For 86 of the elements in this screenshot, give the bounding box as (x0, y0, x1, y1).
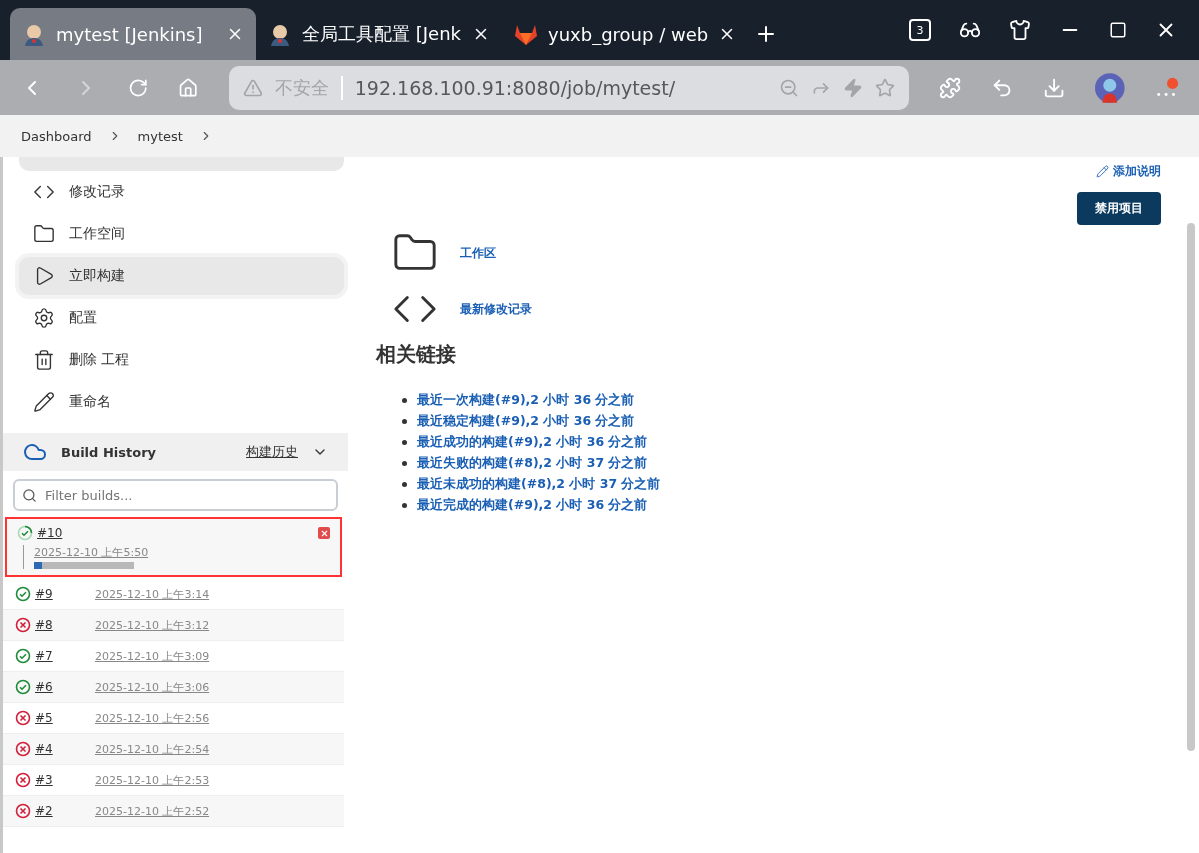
star-icon[interactable] (874, 77, 895, 98)
build-time[interactable]: 2025-12-10 上午3:09 (95, 648, 210, 664)
related-link[interactable]: 最近稳定构建(#9),2 小时 36 分之前 (417, 413, 635, 430)
related-link[interactable]: 最近完成的构建(#9),2 小时 36 分之前 (417, 497, 648, 514)
failure-cross-icon (15, 617, 31, 633)
add-description-link[interactable]: 添加说明 (1096, 163, 1161, 180)
build-number[interactable]: #10 (37, 526, 93, 540)
bullet-icon (402, 419, 407, 424)
bullet-icon (402, 398, 407, 403)
butler-avatar-icon (268, 22, 292, 46)
settings-icon (33, 307, 55, 329)
related-link[interactable]: 最近成功的构建(#9),2 小时 36 分之前 (417, 434, 648, 451)
success-check-icon (15, 648, 31, 664)
tab-count[interactable]: 3 (909, 19, 931, 41)
build-time[interactable]: 2025-12-10 上午5:50 (34, 545, 330, 560)
pencil-icon (1096, 165, 1109, 178)
failure-cross-icon (15, 803, 31, 819)
build-time[interactable]: 2025-12-10 上午3:14 (95, 586, 210, 602)
security-label: 不安全 (274, 75, 343, 100)
build-row[interactable]: #4 2025-12-10 上午2:54 (3, 734, 344, 765)
url-text: 192.168.100.91:8080/job/mytest/ (354, 76, 677, 99)
build-time[interactable]: 2025-12-10 上午3:12 (95, 617, 210, 633)
disable-project-button[interactable]: 禁用项目 (1077, 192, 1161, 225)
running-check-icon (17, 525, 33, 541)
running-build[interactable]: #10 2025-12-10 上午5:50 (5, 517, 342, 577)
build-number[interactable]: #7 (35, 649, 91, 663)
sidebar-item[interactable]: 配置 (19, 299, 344, 337)
sidebar-item[interactable]: 修改记录 (19, 173, 344, 211)
build-number[interactable]: #3 (35, 773, 91, 787)
failure-cross-icon (15, 772, 31, 788)
breadcrumb-link[interactable]: mytest (137, 128, 183, 144)
build-row[interactable]: #2 2025-12-10 上午2:52 (3, 796, 344, 827)
related-link[interactable]: 最近未成功的构建(#8),2 小时 37 分之前 (417, 476, 661, 493)
build-time[interactable]: 2025-12-10 上午2:56 (95, 710, 210, 726)
history-link[interactable]: 构建历史 (246, 443, 298, 461)
maximize-icon[interactable] (1109, 21, 1127, 39)
success-check-icon (15, 586, 31, 602)
build-number[interactable]: #2 (35, 804, 91, 818)
fox-logo-icon (514, 23, 538, 45)
shortcut-link[interactable]: 最新修改记录 (460, 300, 532, 318)
build-time[interactable]: 2025-12-10 上午3:06 (95, 679, 210, 695)
butler-avatar-icon (22, 22, 46, 46)
bullet-icon (402, 482, 407, 487)
build-number[interactable]: #5 (35, 711, 91, 725)
success-check-icon (15, 679, 31, 695)
browser-tab[interactable]: yuxb_group / web (502, 8, 748, 60)
sidebar-item[interactable]: 工作空间 (19, 215, 344, 253)
build-time[interactable]: 2025-12-10 上午2:52 (95, 803, 210, 819)
bullet-icon (402, 461, 407, 466)
section-heading: 相关链接 (376, 341, 457, 368)
sidebar-item[interactable]: 删除 工程 (19, 341, 344, 379)
browser-tab[interactable]: mytest [Jenkins] (10, 8, 256, 60)
cancel-button[interactable] (318, 527, 330, 539)
build-row[interactable]: #8 2025-12-10 上午3:12 (3, 610, 344, 641)
browser-tab[interactable]: 全局工具配置 [Jenk (256, 8, 502, 60)
lightning-icon[interactable] (842, 77, 863, 98)
failure-cross-icon (15, 741, 31, 757)
address-bar[interactable]: 不安全 192.168.100.91:8080/job/mytest/ (228, 65, 909, 110)
bullet-icon (402, 503, 407, 508)
related-link[interactable]: 最近失败的构建(#8),2 小时 37 分之前 (417, 455, 648, 472)
build-time[interactable]: 2025-12-10 上午2:54 (95, 741, 210, 757)
extensions-icon[interactable] (938, 75, 961, 100)
related-link[interactable]: 最近一次构建(#9),2 小时 36 分之前 (417, 392, 635, 409)
warning-icon (242, 77, 263, 98)
shirt-icon[interactable] (1009, 19, 1031, 41)
history-title: Build History (61, 444, 156, 460)
trash-icon (33, 349, 55, 371)
pencil-icon (33, 391, 55, 413)
home-icon[interactable] (178, 76, 199, 99)
breadcrumb-link[interactable]: Dashboard (21, 128, 92, 144)
build-number[interactable]: #8 (35, 618, 91, 632)
failure-cross-icon (15, 710, 31, 726)
filter-field[interactable]: Filter builds... (13, 479, 338, 511)
zoom-out-icon[interactable] (778, 77, 799, 98)
folder-icon (33, 223, 55, 245)
build-time[interactable]: 2025-12-10 上午2:53 (95, 772, 210, 788)
shortcut-link[interactable]: 工作区 (460, 244, 496, 262)
build-number[interactable]: #6 (35, 680, 91, 694)
build-number[interactable]: #9 (35, 587, 91, 601)
build-row[interactable]: #6 2025-12-10 上午3:06 (3, 672, 344, 703)
build-number[interactable]: #4 (35, 742, 91, 756)
search-icon (22, 488, 37, 503)
profile-avatar[interactable] (1095, 71, 1125, 104)
sidebar-item[interactable]: 重命名 (19, 383, 344, 421)
scrollbar[interactable] (1187, 223, 1195, 751)
bullet-icon (402, 440, 407, 445)
